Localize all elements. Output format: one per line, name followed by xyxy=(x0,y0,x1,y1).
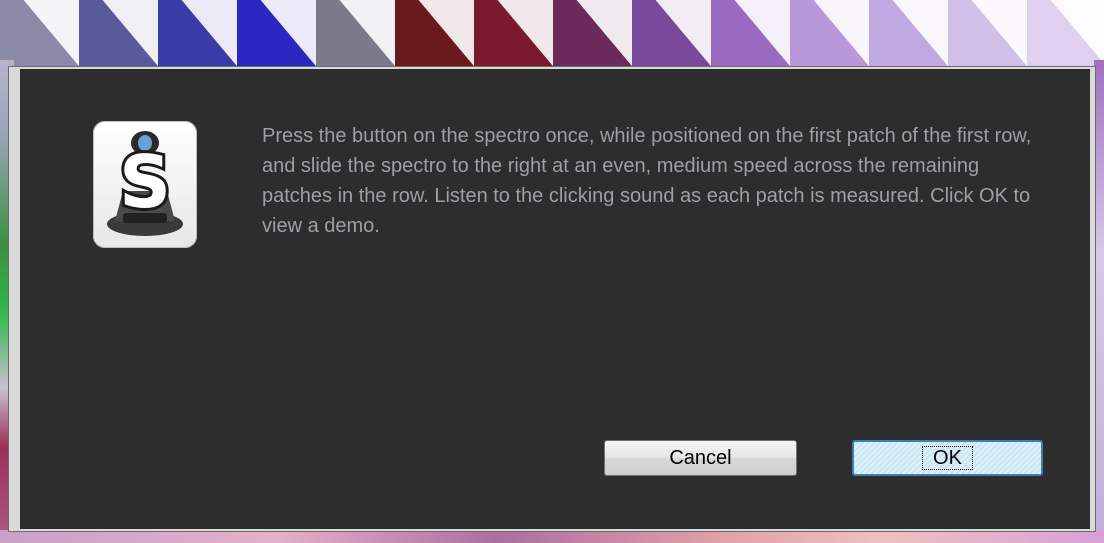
ok-button-label: OK xyxy=(922,446,973,470)
color-patch xyxy=(869,0,948,70)
color-patch xyxy=(395,0,474,70)
color-patch-strip xyxy=(0,0,1104,70)
color-patch xyxy=(711,0,790,70)
color-patch xyxy=(158,0,237,70)
color-patch xyxy=(237,0,316,70)
color-patch xyxy=(316,0,395,70)
spectro-letter: S xyxy=(119,140,171,224)
color-patch xyxy=(474,0,553,70)
color-patch xyxy=(948,0,1027,70)
cancel-button-label: Cancel xyxy=(669,446,732,469)
color-patch xyxy=(79,0,158,70)
color-patch xyxy=(553,0,632,70)
spectro-app-icon: S xyxy=(93,121,197,248)
instruction-message: Press the button on the spectro once, wh… xyxy=(262,125,1032,237)
spectro-device-icon: S xyxy=(107,131,183,236)
color-patch xyxy=(790,0,869,70)
cancel-button[interactable]: Cancel xyxy=(604,440,797,476)
color-patch xyxy=(632,0,711,70)
ok-button[interactable]: OK xyxy=(852,440,1043,476)
color-patch xyxy=(1027,0,1104,70)
